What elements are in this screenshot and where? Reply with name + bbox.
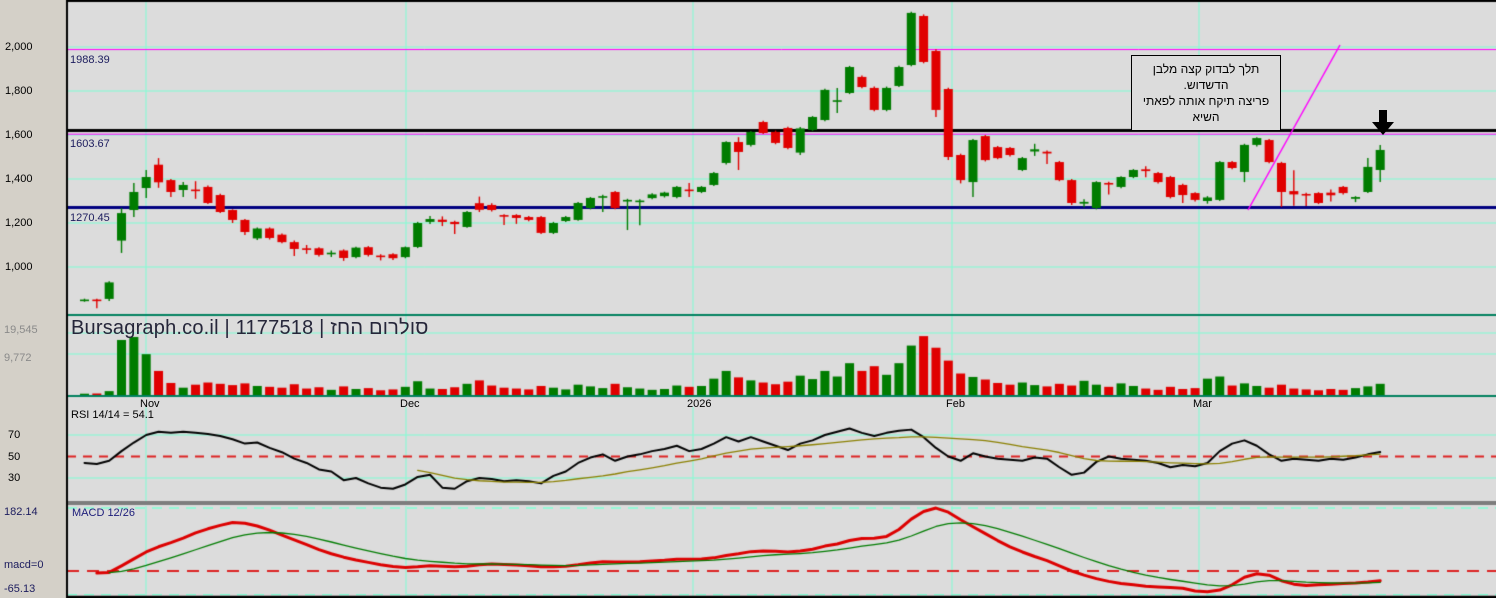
price-tick-label: 2,000 bbox=[5, 41, 33, 53]
macd-zero-label: macd=0 bbox=[4, 559, 44, 571]
down-arrow-icon[interactable] bbox=[1370, 108, 1396, 136]
price-level-label: 1603.67 bbox=[70, 138, 110, 151]
macd-max-label: 182.14 bbox=[4, 506, 38, 518]
rsi-indicator-label: RSI 14/14 = 54.1 bbox=[71, 409, 154, 421]
annotation-note-box[interactable]: תלך לבדוק קצה מלבן הדשדוש. פריצה תיקח או… bbox=[1131, 55, 1281, 131]
watermark-text: Bursagraph.co.il | 1177518 | סולרום החז bbox=[71, 317, 429, 339]
annotation-line: תלך לבדוק קצה מלבן bbox=[1152, 62, 1260, 76]
month-label: Feb bbox=[946, 398, 965, 410]
annotation-line: השיא bbox=[1192, 110, 1220, 124]
annotation-line: הדשדוש. bbox=[1183, 78, 1229, 92]
price-tick-label: 1,400 bbox=[5, 173, 33, 185]
price-tick-label: 1,600 bbox=[5, 129, 33, 141]
price-tick-label: 1,200 bbox=[5, 217, 33, 229]
price-tick-label: 1,000 bbox=[5, 261, 33, 273]
macd-min-label: -65.13 bbox=[4, 583, 36, 595]
month-label: Mar bbox=[1193, 398, 1212, 410]
price-level-label: 1270.45 bbox=[70, 211, 110, 224]
rsi-tick-label: 70 bbox=[8, 429, 21, 441]
volume-tick-label: 9,772 bbox=[4, 352, 32, 364]
month-label: 2026 bbox=[687, 398, 712, 410]
month-label: Dec bbox=[400, 398, 420, 410]
chart-window: 2,000 1,800 1,600 1,400 1,200 1,000 1988.39 160… bbox=[0, 0, 1496, 598]
price-tick-label: 1,800 bbox=[5, 85, 33, 97]
annotation-line: פריצה תיקח אותה לפאתי bbox=[1142, 94, 1270, 108]
price-level-label: 1988.39 bbox=[70, 53, 110, 66]
volume-tick-label: 19,545 bbox=[4, 324, 38, 336]
rsi-tick-label: 30 bbox=[8, 472, 21, 484]
rsi-tick-label: 50 bbox=[8, 450, 21, 463]
macd-indicator-label: MACD 12/26 bbox=[72, 507, 135, 519]
